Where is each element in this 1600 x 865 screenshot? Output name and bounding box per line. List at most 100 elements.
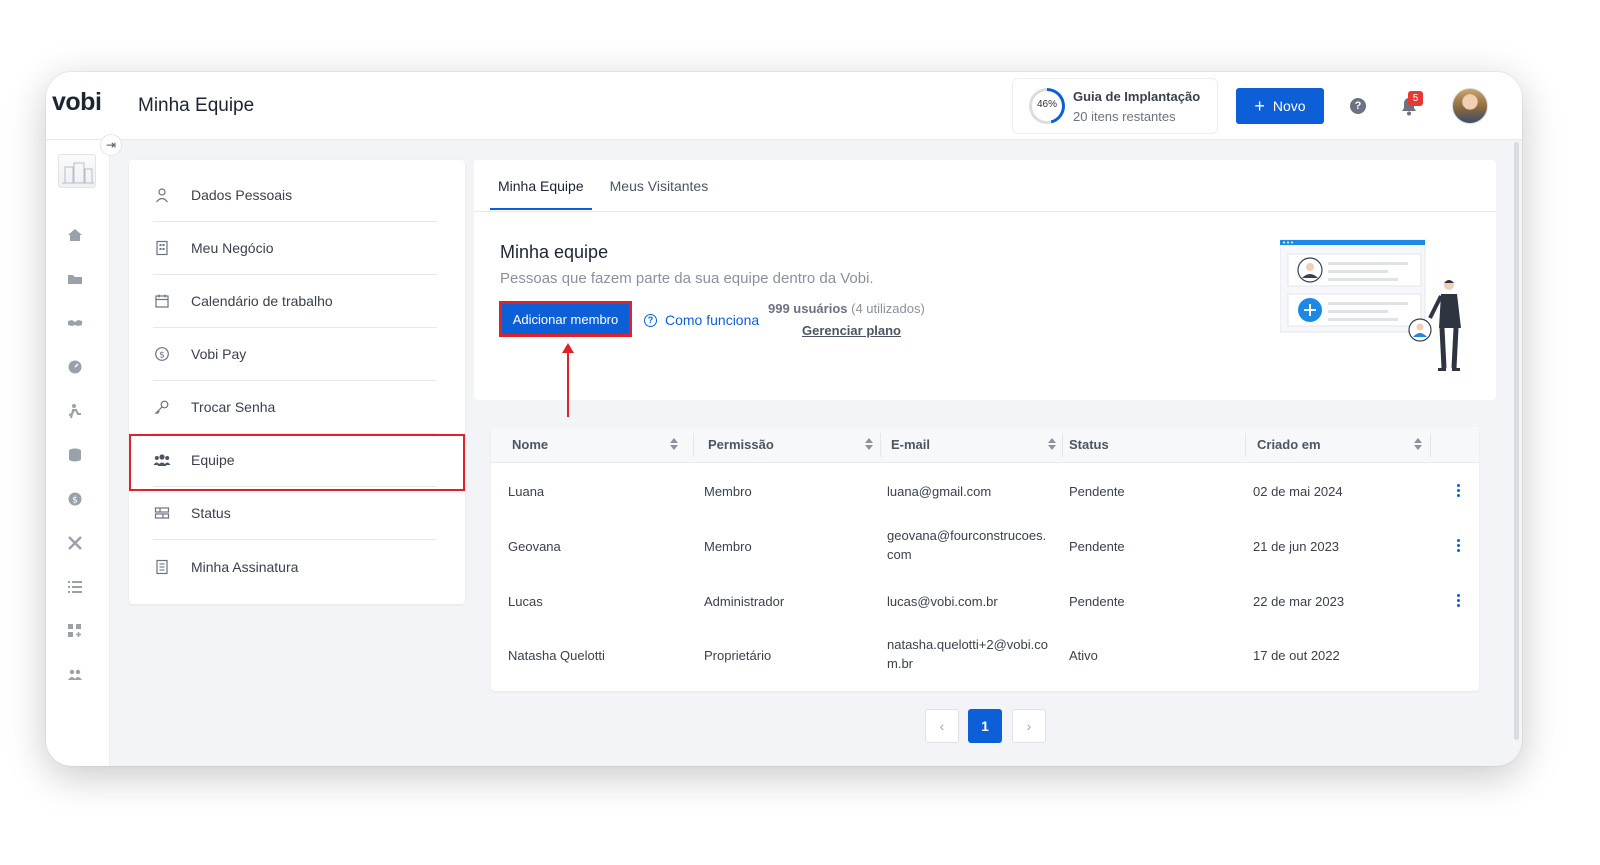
cell-email: luana@gmail.com [887, 484, 992, 499]
collapse-sidebar-icon[interactable]: ⇥ [100, 134, 122, 156]
column-header-email[interactable]: E-mail [891, 437, 930, 452]
sort-icon[interactable] [1414, 438, 1422, 451]
svg-text:$: $ [72, 496, 78, 506]
column-separator [1430, 433, 1431, 457]
guide-title: Guia de Implantação [1073, 89, 1201, 104]
list-icon[interactable] [66, 578, 84, 596]
folder-icon[interactable] [66, 270, 84, 288]
tab-bar: Minha Equipe Meus Visitantes [490, 160, 726, 212]
user-avatar[interactable] [1452, 88, 1488, 124]
cell-nome: Natasha Quelotti [508, 648, 605, 663]
tab-divider [474, 211, 1496, 212]
settings-item-trocar-senha[interactable]: Trocar Senha [153, 381, 437, 434]
cell-nome: Luana [508, 484, 545, 499]
cell-email: geovana@fourconstrucoes. com [887, 528, 1047, 562]
pagination-prev-button[interactable]: ‹ [925, 709, 959, 743]
table-row[interactable]: Geovana Membro geovana@fourconstrucoes. … [491, 517, 1479, 571]
question-circle-icon: ? [644, 313, 657, 327]
help-icon[interactable]: ? [1350, 98, 1366, 114]
manage-plan-link[interactable]: Gerenciar plano [802, 323, 901, 338]
cell-status: Pendente [1069, 539, 1125, 554]
more-actions-icon[interactable] [1457, 594, 1461, 608]
building-icon [153, 239, 171, 257]
coins-icon[interactable] [66, 446, 84, 464]
cell-status: Pendente [1069, 594, 1125, 609]
table-row[interactable]: Natasha Quelotti Proprietário natasha.qu… [491, 625, 1479, 679]
sort-icon[interactable] [865, 438, 873, 451]
settings-item-dados-pessoais[interactable]: Dados Pessoais [153, 169, 437, 222]
settings-item-label: Trocar Senha [191, 399, 276, 415]
page-scrollbar[interactable] [1514, 142, 1519, 740]
status-icon [153, 504, 171, 522]
team-illustration [1280, 239, 1461, 371]
members-table: Nome Permissão E-mail Status Criado em L… [491, 427, 1479, 691]
table-header: Nome Permissão E-mail Status Criado em [491, 427, 1479, 463]
settings-item-vobi-pay[interactable]: $ Vobi Pay [153, 328, 437, 381]
tools-icon[interactable] [66, 534, 84, 552]
settings-item-label: Meu Negócio [191, 240, 274, 256]
plus-icon: + [1254, 96, 1265, 116]
dollar-circle-icon: $ [153, 345, 171, 363]
column-separator [880, 433, 881, 457]
apps-icon[interactable] [66, 622, 84, 640]
add-member-button[interactable]: Adicionar membro [499, 301, 632, 337]
users-quota: 999 usuários (4 utilizados) [768, 301, 925, 316]
column-separator [1062, 433, 1063, 457]
annotation-arrow-line [567, 351, 569, 417]
settings-item-minha-assinatura[interactable]: Minha Assinatura [153, 540, 437, 593]
cell-permissao: Membro [704, 539, 752, 554]
settings-item-status[interactable]: Status [153, 487, 437, 540]
sort-icon[interactable] [670, 438, 678, 451]
tab-minha-equipe[interactable]: Minha Equipe [490, 160, 592, 210]
column-separator [693, 433, 694, 457]
app-window: vobi Minha Equipe 46% Guia de Implantaçã… [46, 72, 1522, 766]
how-it-works-link[interactable]: ? Como funciona [644, 312, 759, 328]
handshake-icon[interactable] [66, 314, 84, 332]
column-header-nome[interactable]: Nome [512, 437, 548, 452]
tab-meus-visitantes[interactable]: Meus Visitantes [602, 160, 717, 210]
column-header-status: Status [1069, 437, 1109, 452]
cell-criado-em: 02 de mai 2024 [1253, 484, 1343, 499]
table-row[interactable]: Luana Membro luana@gmail.com Pendente 02… [491, 463, 1479, 517]
pagination-next-button[interactable]: › [1012, 709, 1046, 743]
dashboard-icon[interactable] [66, 358, 84, 376]
column-header-permissao[interactable]: Permissão [708, 437, 774, 452]
new-button-label: Novo [1272, 98, 1306, 114]
page-title: Minha Equipe [138, 95, 255, 116]
how-it-works-label: Como funciona [665, 312, 760, 328]
svg-text:$: $ [159, 350, 165, 360]
money-icon[interactable]: $ [66, 490, 84, 508]
settings-menu: Dados Pessoais Meu Negócio Calendário de… [129, 160, 465, 604]
settings-item-meu-negocio[interactable]: Meu Negócio [153, 222, 437, 275]
cell-criado-em: 22 de mar 2023 [1253, 594, 1345, 609]
cell-status: Pendente [1069, 484, 1125, 499]
calendar-icon [153, 292, 171, 310]
column-header-criado-em[interactable]: Criado em [1257, 437, 1321, 452]
cell-permissao: Administrador [704, 594, 785, 609]
home-icon[interactable] [66, 226, 84, 244]
more-actions-icon[interactable] [1457, 484, 1461, 498]
table-row[interactable]: Lucas Administrador lucas@vobi.com.br Pe… [491, 571, 1479, 625]
notification-badge: 5 [1408, 91, 1423, 106]
guide-subtitle: 20 itens restantes [1073, 109, 1176, 124]
company-logo[interactable] [58, 154, 96, 188]
pagination-page-1[interactable]: 1 [968, 709, 1002, 743]
vobi-logo[interactable]: vobi [52, 88, 102, 117]
cell-nome: Geovana [508, 539, 561, 554]
cell-criado-em: 21 de jun 2023 [1253, 539, 1340, 554]
people-icon[interactable] [66, 666, 84, 684]
settings-item-calendario[interactable]: Calendário de trabalho [153, 275, 437, 328]
implementation-guide[interactable]: 46% Guia de Implantação 20 itens restant… [1012, 78, 1218, 134]
active-item-highlight [129, 434, 465, 491]
document-icon [153, 558, 171, 576]
more-actions-icon[interactable] [1457, 539, 1461, 553]
cell-email: natasha.quelotti+2@vobi.co m.br [887, 637, 1049, 671]
sidebar-rail: $ [46, 140, 110, 766]
column-separator [1245, 433, 1246, 457]
guide-percent: 46% [1036, 99, 1057, 110]
worker-icon[interactable] [66, 402, 84, 420]
new-button[interactable]: + Novo [1236, 88, 1324, 124]
cell-email: lucas@vobi.com.br [887, 594, 998, 609]
section-subtitle: Pessoas que fazem parte da sua equipe de… [500, 270, 874, 287]
sort-icon[interactable] [1048, 438, 1056, 451]
